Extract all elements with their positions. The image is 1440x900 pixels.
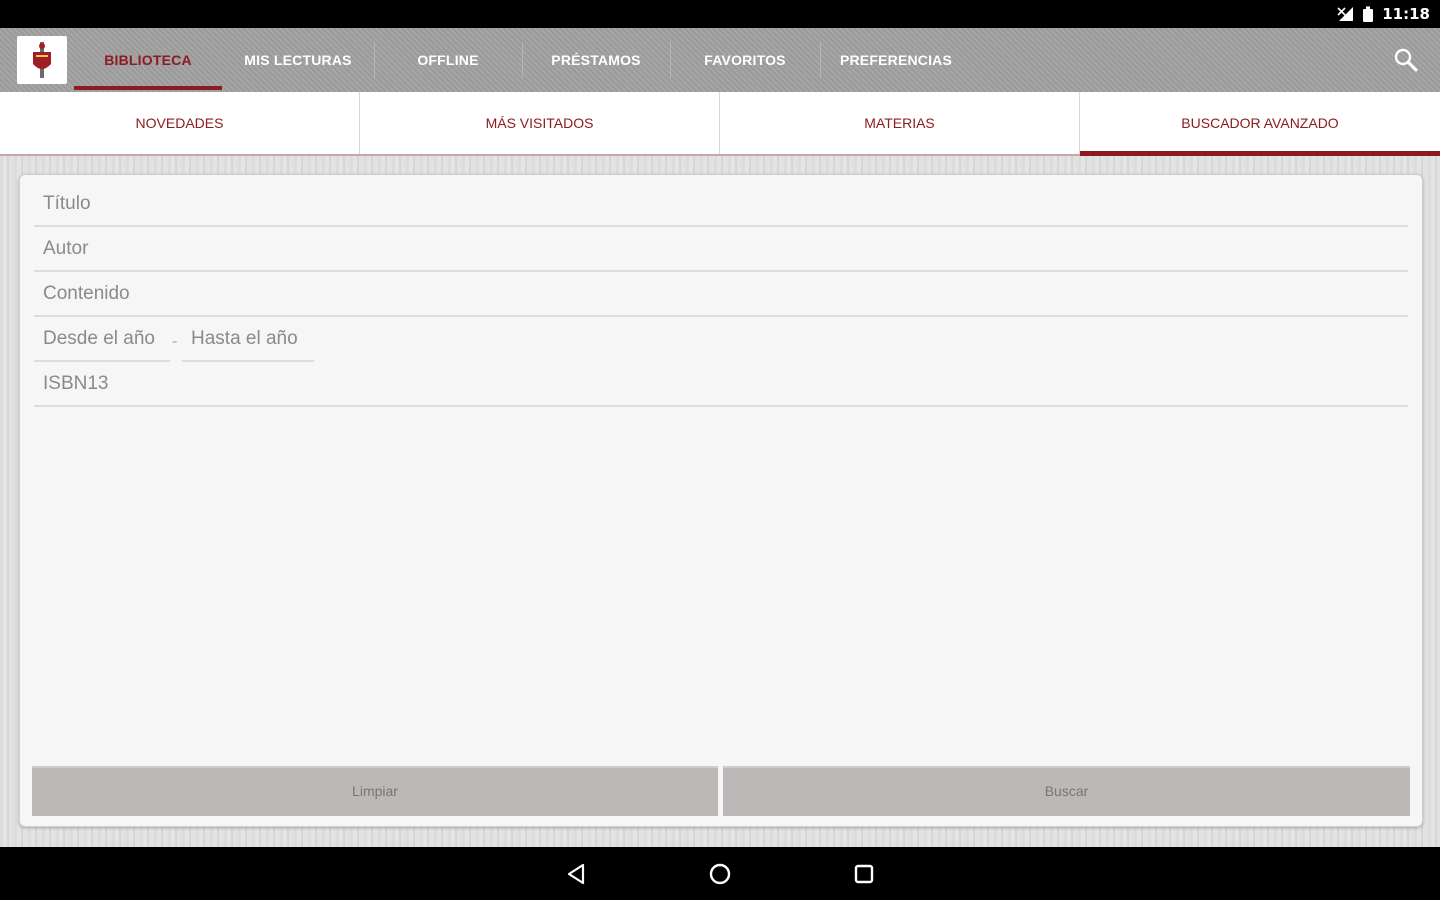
status-bar: 11:18 [0,0,1440,28]
main-tab-label: PRÉSTAMOS [551,52,641,68]
top-app-bar: BIBLIOTECA MIS LECTURAS OFFLINE PRÉSTAMO… [0,28,1440,92]
contenido-field-wrapper [34,275,1408,317]
system-nav-bar [0,847,1440,900]
titulo-input[interactable] [34,185,1408,223]
main-tab-biblioteca[interactable]: BIBLIOTECA [74,28,222,92]
tab-novedades[interactable]: NOVEDADES [0,92,359,154]
main-tab-prestamos[interactable]: PRÉSTAMOS [522,28,670,92]
main-tab-label: OFFLINE [417,52,479,68]
back-triangle-icon [567,863,585,885]
crest-logo-icon [33,42,51,78]
status-indicators: 11:18 [1336,0,1430,28]
sub-tab-label: MATERIAS [864,115,935,131]
active-tab-indicator [74,86,222,90]
isbn13-input[interactable] [34,365,1408,403]
back-button[interactable] [559,857,593,891]
tab-buscador-avanzado[interactable]: BUSCADOR AVANZADO [1080,92,1440,156]
main-tab-label: FAVORITOS [704,52,786,68]
main-tab-label: BIBLIOTECA [104,52,192,68]
hasta-ano-input[interactable] [182,320,314,358]
tab-mas-visitados[interactable]: MÁS VISITADOS [360,92,719,154]
sub-tab-label: BUSCADOR AVANZADO [1181,115,1339,131]
year-range-separator: - [172,333,178,350]
clock: 11:18 [1382,5,1430,23]
recents-square-icon [854,864,874,884]
app-logo[interactable] [17,36,67,84]
hasta-field-wrapper [182,320,314,362]
tab-materias[interactable]: MATERIAS [720,92,1079,154]
autor-input[interactable] [34,230,1408,268]
recents-button[interactable] [847,857,881,891]
sub-tab-bar: NOVEDADES MÁS VISITADOS MATERIAS BUSCADO… [0,92,1440,156]
main-tab-label: PREFERENCIAS [839,52,953,68]
sub-tab-label: NOVEDADES [135,115,224,131]
home-circle-icon [709,863,731,885]
contenido-input[interactable] [34,275,1408,313]
buscar-button[interactable]: Buscar [723,766,1410,816]
autor-field-wrapper [34,230,1408,272]
titulo-field-wrapper [34,185,1408,227]
main-tab-mis-lecturas[interactable]: MIS LECTURAS [222,28,374,92]
main-tab-label: MIS LECTURAS [244,52,352,68]
signal-icon [1337,7,1354,21]
isbn-field-wrapper [34,365,1408,407]
battery-icon [1363,6,1374,22]
sub-tab-label: MÁS VISITADOS [485,115,594,131]
main-tab-favoritos[interactable]: FAVORITOS [670,28,820,92]
main-tab-preferencias[interactable]: PREFERENCIAS [820,28,972,92]
limpiar-button[interactable]: Limpiar [32,766,718,816]
advanced-search-card: - Limpiar Buscar [19,174,1423,827]
main-tab-offline[interactable]: OFFLINE [374,28,522,92]
search-icon [1394,48,1418,72]
home-button[interactable] [703,857,737,891]
desde-ano-input[interactable] [34,320,170,358]
desde-field-wrapper [34,320,170,362]
search-button[interactable] [1392,46,1420,74]
